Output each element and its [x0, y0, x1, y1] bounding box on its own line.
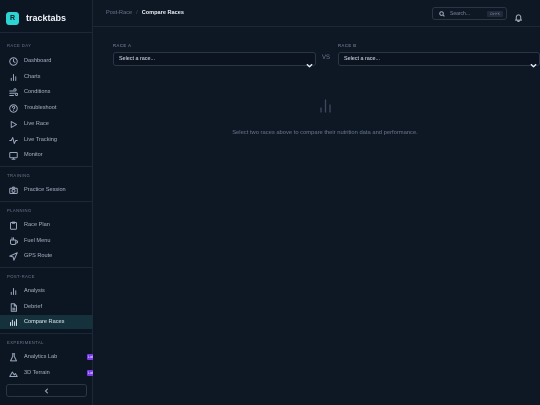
monitor-icon: [9, 151, 18, 160]
wind-icon: [9, 87, 18, 97]
divider: [0, 32, 93, 33]
breadcrumb-parent[interactable]: Post-Race: [106, 10, 132, 16]
sidebar-item-label: Race Plan: [24, 222, 50, 228]
sidebar-item-label: Debrief: [24, 304, 43, 310]
search-icon: [439, 10, 445, 17]
race-b-value: Select a race...: [344, 56, 380, 62]
section-title-training: Training: [7, 173, 31, 178]
race-a-value: Select a race...: [119, 56, 155, 62]
sidebar-item-conditions[interactable]: Conditions: [0, 85, 93, 99]
sidebar-item-practice-session[interactable]: Practice Session: [0, 183, 93, 197]
section-title-experimental: Experimental: [7, 340, 44, 345]
section-title-post-race: Post-Race: [7, 274, 35, 279]
sidebar-item-label: Monitor: [24, 152, 43, 158]
page-title: Compare Races: [141, 10, 184, 16]
breadcrumb-separator: /: [136, 10, 138, 16]
divider: [0, 201, 93, 202]
camera-icon: [9, 186, 18, 195]
app-name: tracktabs: [26, 13, 67, 23]
compare-bars-icon: [9, 318, 18, 327]
app-logo[interactable]: R tracktabs: [6, 11, 66, 25]
search-shortcut: Ctrl+K: [486, 11, 503, 17]
vs-label: VS: [322, 55, 331, 61]
sidebar-item-label: Compare Races: [24, 319, 65, 325]
collapse-sidebar-button[interactable]: [6, 384, 87, 397]
labs-badge: Labs: [87, 370, 93, 376]
navigation-icon: [9, 251, 18, 261]
sidebar-item-label: Conditions: [24, 89, 51, 95]
mountain-icon: [9, 369, 18, 378]
divider: [0, 333, 93, 334]
search-input[interactable]: Search... Ctrl+K: [432, 7, 507, 20]
sidebar-item-debrief[interactable]: Debrief: [0, 300, 93, 314]
topbar: Post-Race / Compare Races Search... Ctrl…: [93, 0, 540, 27]
sidebar-item-label: Live Tracking: [24, 137, 57, 143]
sidebar-item-charts[interactable]: Charts: [0, 70, 93, 84]
sidebar-item-troubleshoot[interactable]: Troubleshoot: [0, 101, 93, 115]
race-a-label: Race A: [113, 43, 132, 48]
clipboard-icon: [9, 221, 18, 230]
sidebar-item-label: Troubleshoot: [24, 105, 57, 111]
sidebar-item-label: GPS Route: [24, 253, 53, 259]
search-placeholder: Search...: [450, 10, 471, 17]
chevron-left-icon: [44, 387, 48, 394]
bell-icon: [515, 14, 522, 23]
race-a-select[interactable]: Select a race...: [113, 52, 316, 68]
sidebar-item-race-plan[interactable]: Race Plan: [0, 218, 93, 232]
labs-badge: Labs: [87, 354, 93, 360]
sidebar-item-dashboard[interactable]: Dashboard: [0, 54, 93, 68]
sidebar-item-live-race[interactable]: Live Race: [0, 117, 93, 131]
sidebar-item-live-tracking[interactable]: Live Tracking: [0, 133, 93, 147]
race-b-label: Race B: [338, 43, 357, 48]
file-text-icon: [9, 302, 18, 312]
section-title-planning: Planning: [7, 208, 32, 213]
sidebar-item-label: Analysis: [24, 288, 45, 294]
flask-icon: [9, 352, 18, 362]
cup-icon: [9, 236, 18, 246]
divider: [0, 166, 93, 167]
notifications-button[interactable]: [514, 9, 523, 23]
play-icon: [9, 120, 18, 129]
sidebar-item-gps-route[interactable]: GPS Route: [0, 249, 93, 263]
sidebar-item-label: Fuel Menu: [24, 238, 51, 244]
sidebar-item-label: Charts: [24, 74, 41, 80]
sidebar-item-label: Dashboard: [24, 58, 52, 64]
section-title-race-day: Race Day: [7, 43, 32, 48]
breadcrumb: Post-Race / Compare Races: [106, 10, 184, 16]
sidebar-item-label: Analytics Lab: [24, 354, 58, 360]
chevron-down-icon: [530, 56, 537, 68]
sidebar-item-analysis[interactable]: Analysis: [0, 284, 93, 298]
sidebar-item-fuel-menu[interactable]: Fuel Menu: [0, 234, 93, 248]
sidebar-item-monitor[interactable]: Monitor: [0, 148, 93, 162]
bar-chart-icon: [319, 98, 332, 113]
help-circle-icon: [9, 103, 18, 113]
divider: [0, 267, 93, 268]
sidebar-item-label: Practice Session: [24, 187, 66, 193]
clock-icon: [9, 56, 18, 66]
sidebar-item-label: 3D Terrain: [24, 370, 50, 376]
sidebar-item-3d-terrain[interactable]: 3D Terrain Labs: [0, 366, 93, 380]
bar-chart-icon: [9, 73, 18, 82]
chevron-down-icon: [306, 56, 313, 68]
logo-mark: R: [6, 11, 19, 25]
sidebar: R tracktabs Race Day Dashboard Charts Co…: [0, 0, 93, 405]
race-b-select[interactable]: Select a race...: [338, 52, 540, 68]
bar-chart-icon: [9, 287, 18, 296]
empty-state-message: Select two races above to compare their …: [232, 130, 418, 136]
sidebar-item-compare-races[interactable]: Compare Races: [0, 315, 93, 329]
activity-icon: [9, 136, 18, 145]
sidebar-item-label: Live Race: [24, 121, 49, 127]
sidebar-item-analytics-lab[interactable]: Analytics Lab Labs: [0, 350, 93, 364]
